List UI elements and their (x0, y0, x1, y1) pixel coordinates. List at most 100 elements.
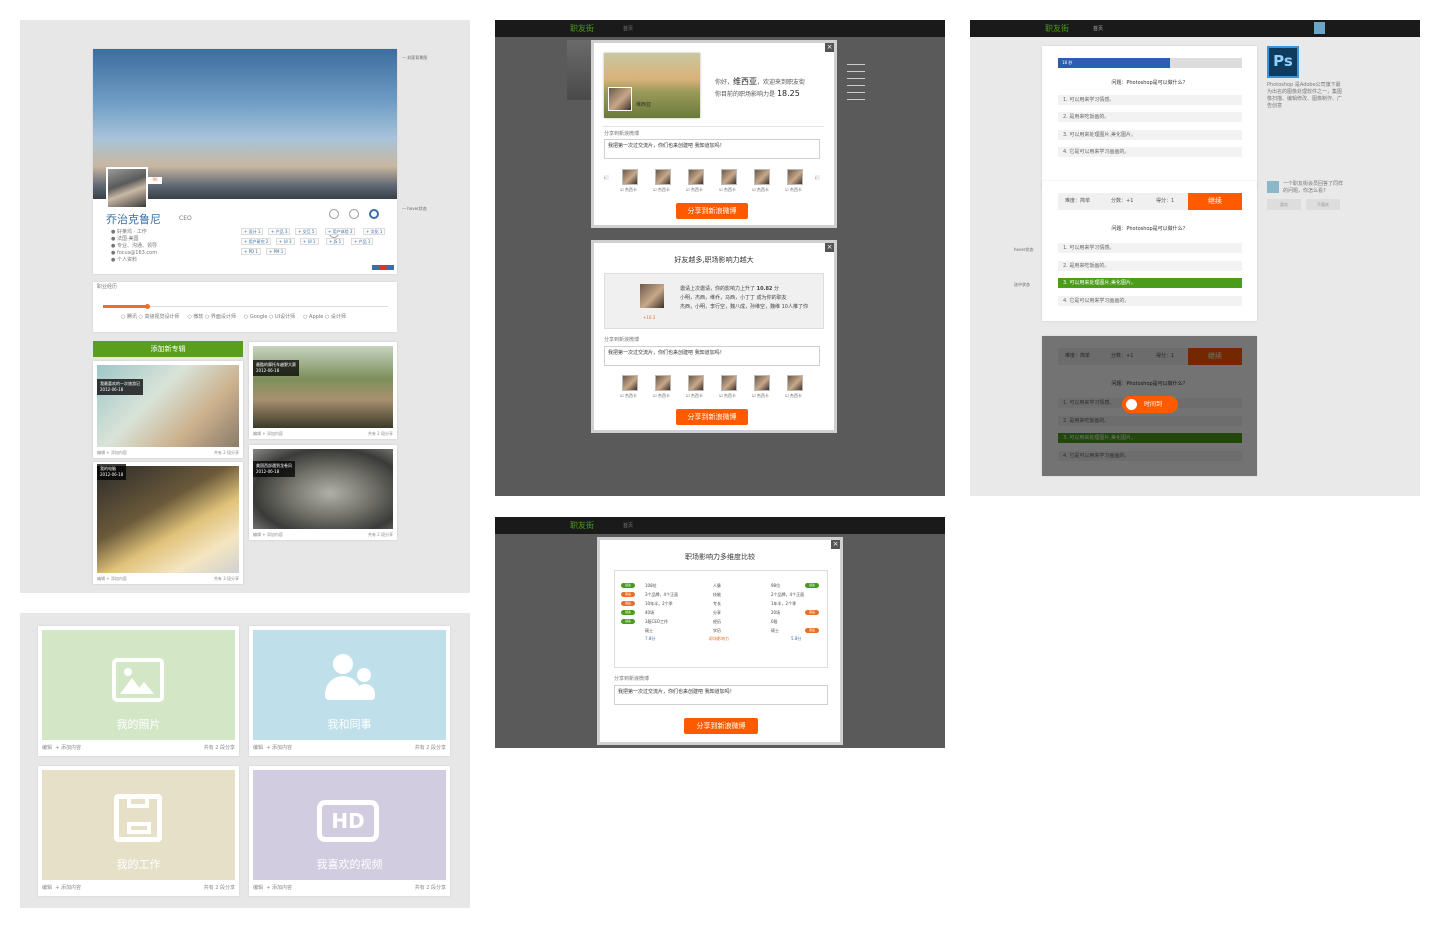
album-card[interactable]: 我的电脑 2012-06-18 编辑 + 添加内容 共有 3 段分享 (93, 462, 243, 584)
tile-label: 我喜欢的视频 (316, 858, 383, 871)
compare-badge-left: 领先 (621, 583, 635, 588)
album-card[interactable]: 我最喜欢的一次旅游记 2012-06-18 编辑 + 添加内容 共有 2 段分享 (93, 361, 243, 458)
question-text: 问题：Photoshop是可以做什么？ (1111, 80, 1188, 86)
compare-dimension: 技能 (713, 592, 721, 597)
collections-panel: 我的照片 编辑 + 添加内容 共有 2 段分享 我和同事 编辑 + 添加内容 共有 … (20, 613, 470, 908)
avatar[interactable] (106, 167, 148, 209)
share-textarea[interactable]: 我把第一次过交流片，你们也来创建吧 我知道加吗！ (614, 685, 828, 705)
top-nav: 职友街 首页 (970, 20, 1420, 37)
compare-footer: 7.8分 职场影响力 5.8分 (645, 636, 802, 641)
compare-badge-left: 落后 (621, 601, 635, 606)
person-icon[interactable] (349, 209, 360, 219)
prev-arrow-icon[interactable]: ‹ (604, 175, 609, 180)
profile-info-list: ● 好莱坞 · 工作 ● 法国·美国 ● 专业、沟通、领导 ● focus@163.c… (111, 229, 158, 263)
skill-tag[interactable]: + PM 1 (266, 248, 287, 255)
nav-home[interactable]: 首页 (1093, 25, 1103, 32)
action-icons (329, 204, 397, 242)
tile-footer: 编辑 + 添加内容 共有 2 段分享 (253, 885, 446, 891)
skill-tag[interactable]: + 用户体验 3 (325, 228, 356, 235)
quiz-option[interactable]: 4. 它是可以用来学习画画的。 (1058, 296, 1242, 306)
compare-right-value: 98位 (771, 583, 781, 588)
quiz-question-card: 18 秒 问题：Photoshop是可以做什么？ 1. 可以用来学习情感。 2.… (1042, 46, 1257, 190)
skill-tag[interactable]: + UI 3 (276, 238, 295, 245)
user-avatar[interactable] (1314, 22, 1325, 34)
heart-icon[interactable] (369, 209, 380, 219)
close-icon[interactable]: × (831, 540, 840, 549)
career-timeline: 职业经历 ○ 腾讯 ○ 高级视觉设计师 ○ 微软 ○ 界面设计师 ○ Googl… (93, 282, 397, 332)
compare-row: 硕士 学历 硕士 落后 (621, 626, 821, 635)
compare-row: 领先 108位 人脉 98位 领先 (621, 581, 821, 590)
skill-tag[interactable]: + PD 1 (241, 248, 261, 255)
compare-left-value: 3段CEO工作 (645, 619, 669, 624)
collection-tile-photos[interactable]: 我的照片 编辑 + 添加内容 共有 2 段分享 (38, 626, 239, 756)
album-cover (97, 466, 239, 573)
close-icon[interactable]: × (825, 43, 834, 52)
logo[interactable]: 职友街 (570, 520, 594, 531)
quiz-option[interactable]: 3. 可以用来处理图片,美化图片。 (1058, 130, 1242, 140)
album-caption: 美国西部遇到龙卷风 2012-06-18 (253, 461, 295, 477)
album-card[interactable]: 美国西部遇到龙卷风 2012-06-18 编辑 + 添加内容 共有 2 段分享 (249, 445, 397, 540)
collection-tile-colleagues[interactable]: 我和同事 编辑 + 添加内容 共有 2 段分享 (249, 626, 450, 756)
welcome-card-name: 维西亚 (636, 102, 652, 108)
compare-row: 落后 3个品牌，4个正面 技能 2个品牌，4个正面 (621, 590, 821, 599)
logo[interactable]: 职友街 (570, 23, 594, 34)
message-icon[interactable] (329, 209, 339, 219)
share-weibo-button[interactable]: 分享到新浪微博 (676, 203, 748, 219)
nav-home[interactable]: 首页 (623, 25, 633, 32)
collection-tile-videos[interactable]: HD 我喜欢的视频 编辑 + 添加内容 共有 2 段分享 (249, 766, 450, 896)
compare-right-value: 硕士 (771, 628, 779, 633)
quiz-option-correct[interactable]: 3. 可以用来处理图片,美化图片。 (1058, 278, 1242, 288)
skill-tag[interactable]: + 用户研究 2 (241, 238, 272, 245)
top-nav: 职友街 首页 (495, 517, 945, 534)
quiz-option[interactable]: 4. 它是可以用来学习画画的。 (1058, 147, 1242, 157)
compare-modal-panel: 职友街 首页 × 职场影响力多维度比较 领先 108位 人脉 98位 领先 落后 3个品牌，… (495, 517, 945, 748)
nav-home[interactable]: 首页 (623, 522, 633, 529)
compare-left-value: 40场 (645, 610, 655, 615)
share-weibo-button[interactable]: 分享到新浪微博 (676, 409, 748, 425)
skill-tag[interactable]: + 文化 1 (363, 228, 386, 235)
add-album-button[interactable]: 添加新专辑 (93, 341, 243, 357)
skill-tag[interactable]: + 交互 5 (295, 228, 318, 235)
compare-right-value: 0段 (771, 619, 778, 624)
result-bar: 难度：简单 分数：+1 得分：1 继续 (1058, 193, 1242, 210)
share-textarea[interactable]: 我把第一次过交流片，你们也来创建吧 我知道加吗！ (604, 139, 820, 159)
continue-button[interactable]: 继续 (1188, 193, 1242, 210)
quiz-option[interactable]: 1. 可以用来学习情感。 (1058, 243, 1242, 253)
people-icon (325, 654, 375, 706)
skill-tag[interactable]: + 产品 3 (268, 228, 291, 235)
compare-badge-left: 领先 (621, 610, 635, 615)
time-up-badge: 时间到 (1122, 396, 1178, 413)
skill-tag[interactable]: + 产品 1 (351, 238, 374, 245)
close-icon[interactable]: × (825, 243, 834, 252)
compare-badge-left: 落后 (621, 592, 635, 597)
share-label: 分享到新浪微博 (604, 337, 640, 343)
question-text: 问题：Photoshop是可以做什么？ (1111, 226, 1188, 232)
compare-badge-right: 领先 (805, 583, 819, 588)
next-arrow-icon[interactable]: › (815, 175, 820, 180)
welcome-modal: × 维西亚 你好，维西亚，欢迎来到职友街 你目前的职场影响力是 18.25 分享… (591, 40, 837, 228)
share-label: 分享到新浪微博 (614, 676, 650, 682)
unlike-button[interactable]: 不喜欢 (1306, 199, 1340, 210)
compare-dimension: 学历 (713, 628, 721, 633)
logo[interactable]: 职友街 (1045, 23, 1069, 34)
share-label: 分享到新浪微博 (604, 131, 640, 137)
album-card[interactable]: 最酷的摩托车越野大赛 2012-06-18 编辑 + 添加内容 共有 2 段分享 (249, 342, 397, 439)
share-icons[interactable] (372, 265, 394, 270)
share-weibo-button[interactable]: 分享到新浪微博 (684, 718, 758, 734)
quiz-option[interactable]: 1. 可以用来学习情感。 (1058, 95, 1242, 105)
quiz-option[interactable]: 2. 是用来吃饭画的。 (1058, 112, 1242, 122)
welcome-greeting: 你好，维西亚，欢迎来到职友街 (715, 77, 806, 86)
quiz-option[interactable]: 2. 是用来吃饭画的。 (1058, 261, 1242, 271)
skill-tag[interactable]: + 设计 1 (241, 228, 264, 235)
album-cover (97, 365, 239, 447)
welcome-avatar (608, 87, 632, 111)
profile-name: 乔治克鲁尼 (106, 213, 161, 226)
compare-row: 领先 3段CEO工作 经历 0段 (621, 617, 821, 626)
share-textarea[interactable]: 我把第一次过交流片，你们也来创建吧 我知道加吗！ (604, 346, 820, 366)
collection-tile-work[interactable]: 我的工作 编辑 + 添加内容 共有 2 段分享 (38, 766, 239, 896)
skill-tag[interactable]: + UI 1 (300, 238, 319, 245)
compare-dimension: 经历 (713, 619, 721, 624)
friends-modal: × 好友越多,职场影响力越大 +10.3 邀请上次邀请，你的影响力上升了 10.… (591, 240, 837, 433)
skill-tag[interactable]: + JS 1 (326, 238, 345, 245)
like-button[interactable]: 喜欢 (1267, 199, 1301, 210)
